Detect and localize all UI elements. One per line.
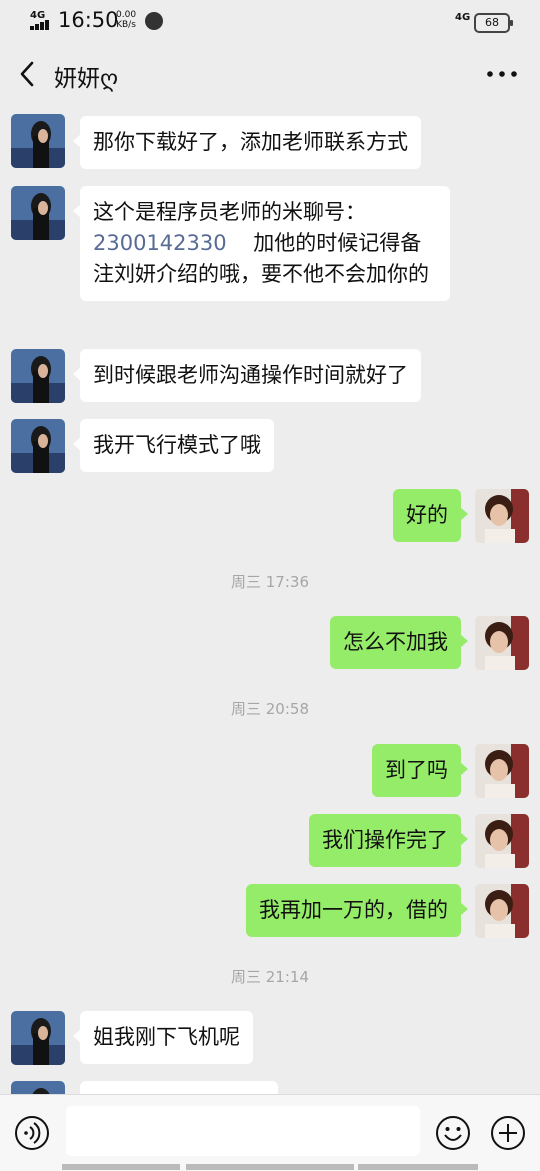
emoji-icon[interactable] bbox=[435, 1115, 471, 1151]
chat-header: 妍妍ღ bbox=[0, 42, 540, 106]
status-bar: 4G 16:50 0.00 KB/s 4G 68 bbox=[0, 0, 540, 42]
more-dots-icon[interactable] bbox=[484, 64, 520, 84]
plus-icon[interactable] bbox=[490, 1115, 526, 1151]
contact-avatar[interactable] bbox=[11, 419, 65, 473]
network-speed: 0.00 KB/s bbox=[116, 10, 137, 30]
signal-icon bbox=[30, 20, 52, 30]
incoming-message[interactable]: 到时候跟老师沟通操作时间就好了 bbox=[73, 349, 421, 402]
message-row: 姐我刚下飞机呢 bbox=[0, 1011, 540, 1071]
sync-icon bbox=[145, 12, 163, 30]
my-avatar[interactable] bbox=[475, 884, 529, 938]
battery-icon: 68 bbox=[474, 13, 513, 33]
message-row: 我们操作完了 bbox=[0, 814, 540, 874]
message-row: 我开飞行模式了哦 bbox=[0, 419, 540, 479]
my-avatar[interactable] bbox=[475, 744, 529, 798]
nav-gesture-bar bbox=[0, 1164, 540, 1170]
message-row: 好的 bbox=[0, 489, 540, 549]
outgoing-message[interactable]: 我们操作完了 bbox=[309, 814, 468, 867]
incoming-message[interactable] bbox=[80, 1081, 278, 1094]
incoming-message[interactable]: 那你下载好了，添加老师联系方式 bbox=[73, 116, 421, 169]
contact-avatar[interactable] bbox=[11, 114, 65, 168]
outgoing-message[interactable]: 好的 bbox=[393, 489, 468, 542]
message-row bbox=[0, 1081, 540, 1094]
network-type-secondary: 4G bbox=[455, 12, 471, 23]
my-avatar[interactable] bbox=[475, 616, 529, 670]
message-input[interactable] bbox=[66, 1106, 420, 1156]
outgoing-message[interactable]: 到了吗 bbox=[372, 744, 468, 797]
contact-avatar[interactable] bbox=[11, 349, 65, 403]
message-row: 怎么不加我 bbox=[0, 616, 540, 676]
message-row: 到了吗 bbox=[0, 744, 540, 804]
message-row: 到时候跟老师沟通操作时间就好了 bbox=[0, 349, 540, 409]
incoming-message[interactable]: 这个是程序员老师的米聊号： 2300142330 加他的时候记得备注刘妍介绍的哦… bbox=[73, 186, 450, 301]
incoming-message[interactable]: 姐我刚下飞机呢 bbox=[73, 1011, 253, 1064]
timestamp: 周三 20:58 bbox=[231, 700, 309, 718]
message-list[interactable]: 那你下载好了，添加老师联系方式 这个是程序员老师的米聊号： 2300142330… bbox=[0, 106, 540, 1094]
contact-avatar[interactable] bbox=[11, 1011, 65, 1065]
contact-avatar[interactable] bbox=[11, 186, 65, 240]
timestamp: 周三 17:36 bbox=[231, 573, 309, 591]
timestamp: 周三 21:14 bbox=[231, 968, 309, 986]
input-bar bbox=[0, 1094, 540, 1171]
message-row: 这个是程序员老师的米聊号： 2300142330 加他的时候记得备注刘妍介绍的哦… bbox=[0, 186, 540, 334]
outgoing-message[interactable]: 怎么不加我 bbox=[330, 616, 468, 669]
message-row: 我再加一万的，借的 bbox=[0, 884, 540, 944]
chat-title: 妍妍ღ bbox=[54, 66, 119, 92]
my-avatar[interactable] bbox=[475, 489, 529, 543]
message-row: 那你下载好了，添加老师联系方式 bbox=[0, 114, 540, 174]
contact-avatar[interactable] bbox=[11, 1081, 65, 1094]
chevron-left-icon[interactable] bbox=[14, 60, 42, 88]
contact-number-link[interactable]: 2300142330 bbox=[93, 231, 227, 255]
my-avatar[interactable] bbox=[475, 814, 529, 868]
clock: 16:50 bbox=[58, 8, 119, 32]
outgoing-message[interactable]: 我再加一万的，借的 bbox=[246, 884, 468, 937]
voice-icon[interactable] bbox=[14, 1115, 50, 1151]
incoming-message[interactable]: 我开飞行模式了哦 bbox=[73, 419, 274, 472]
